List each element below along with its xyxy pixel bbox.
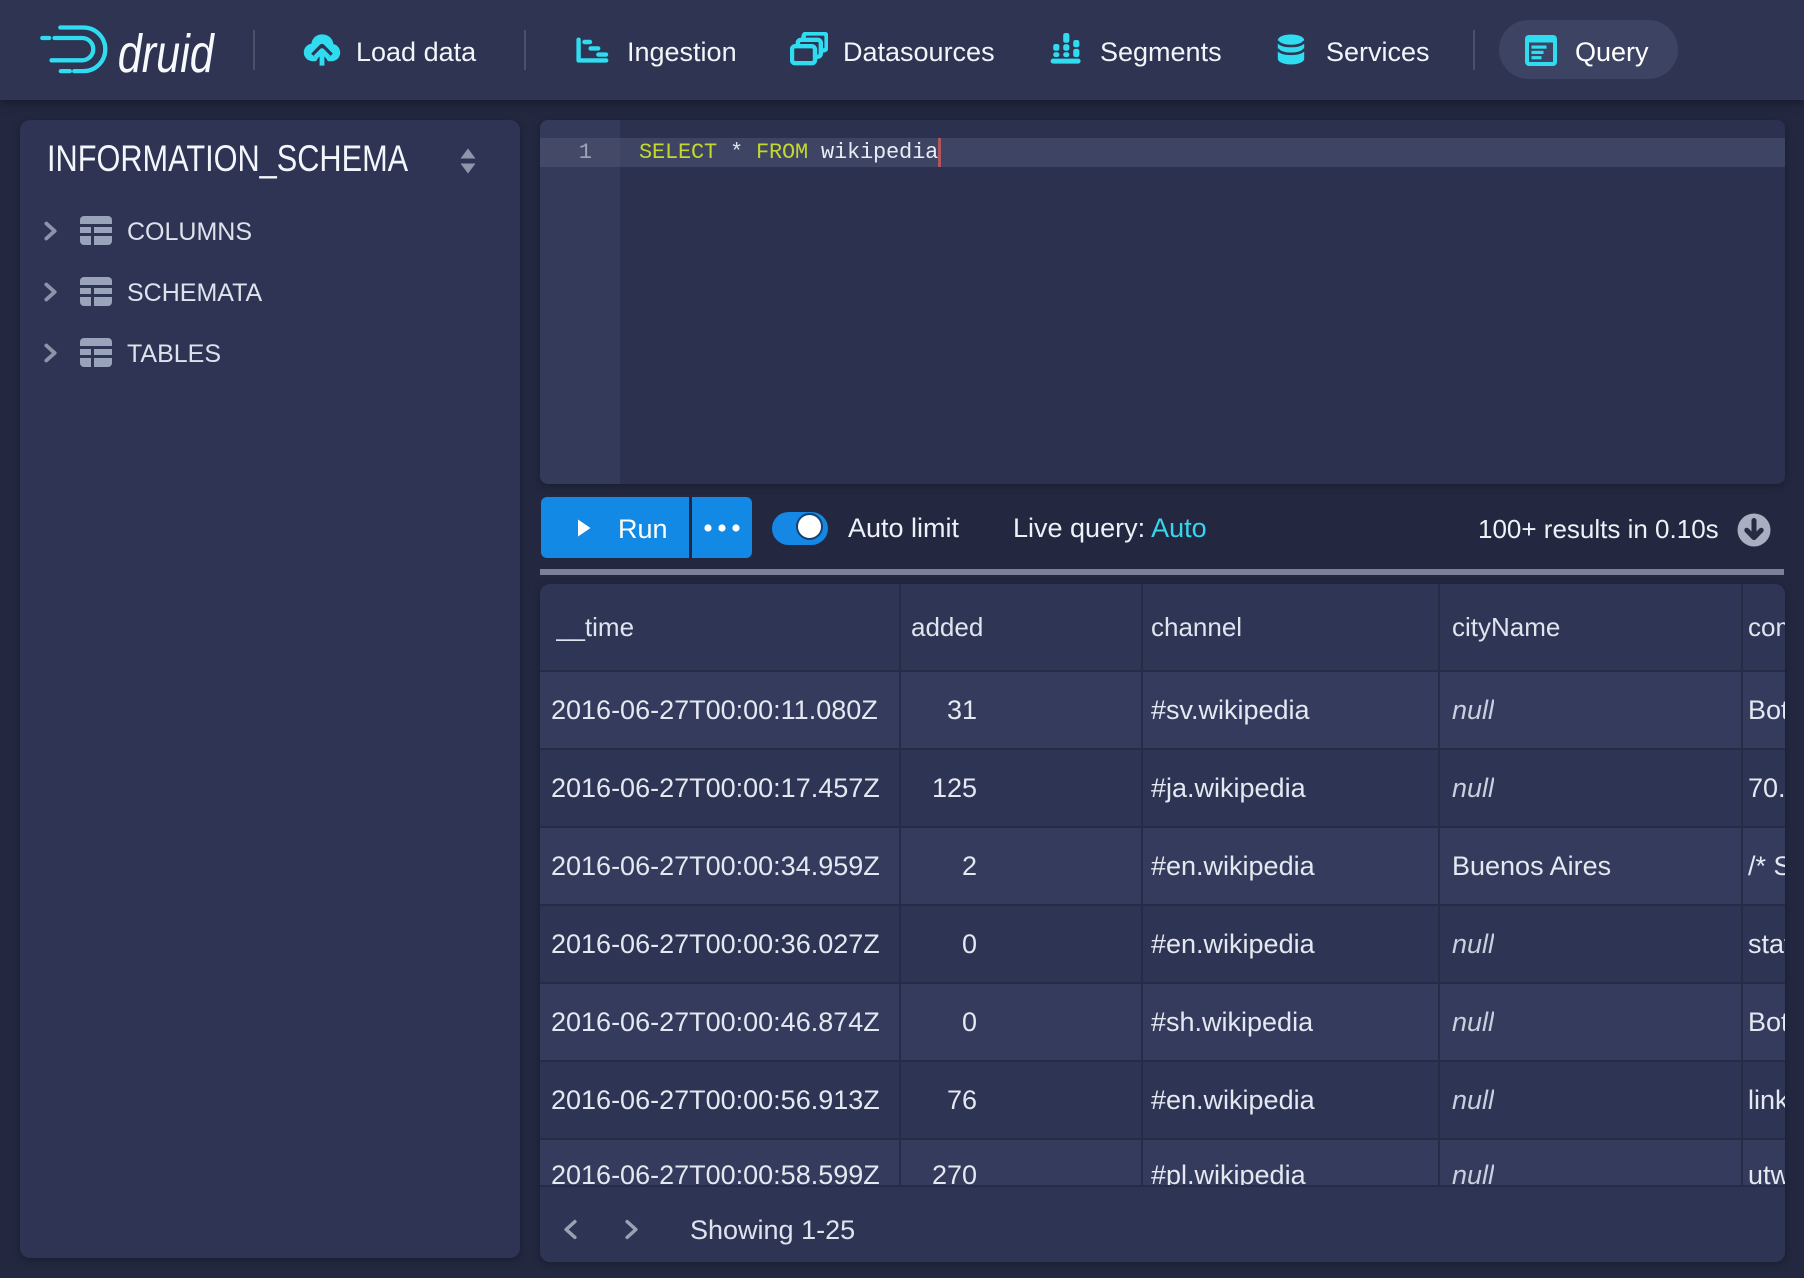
svg-text:druid: druid xyxy=(118,25,216,82)
